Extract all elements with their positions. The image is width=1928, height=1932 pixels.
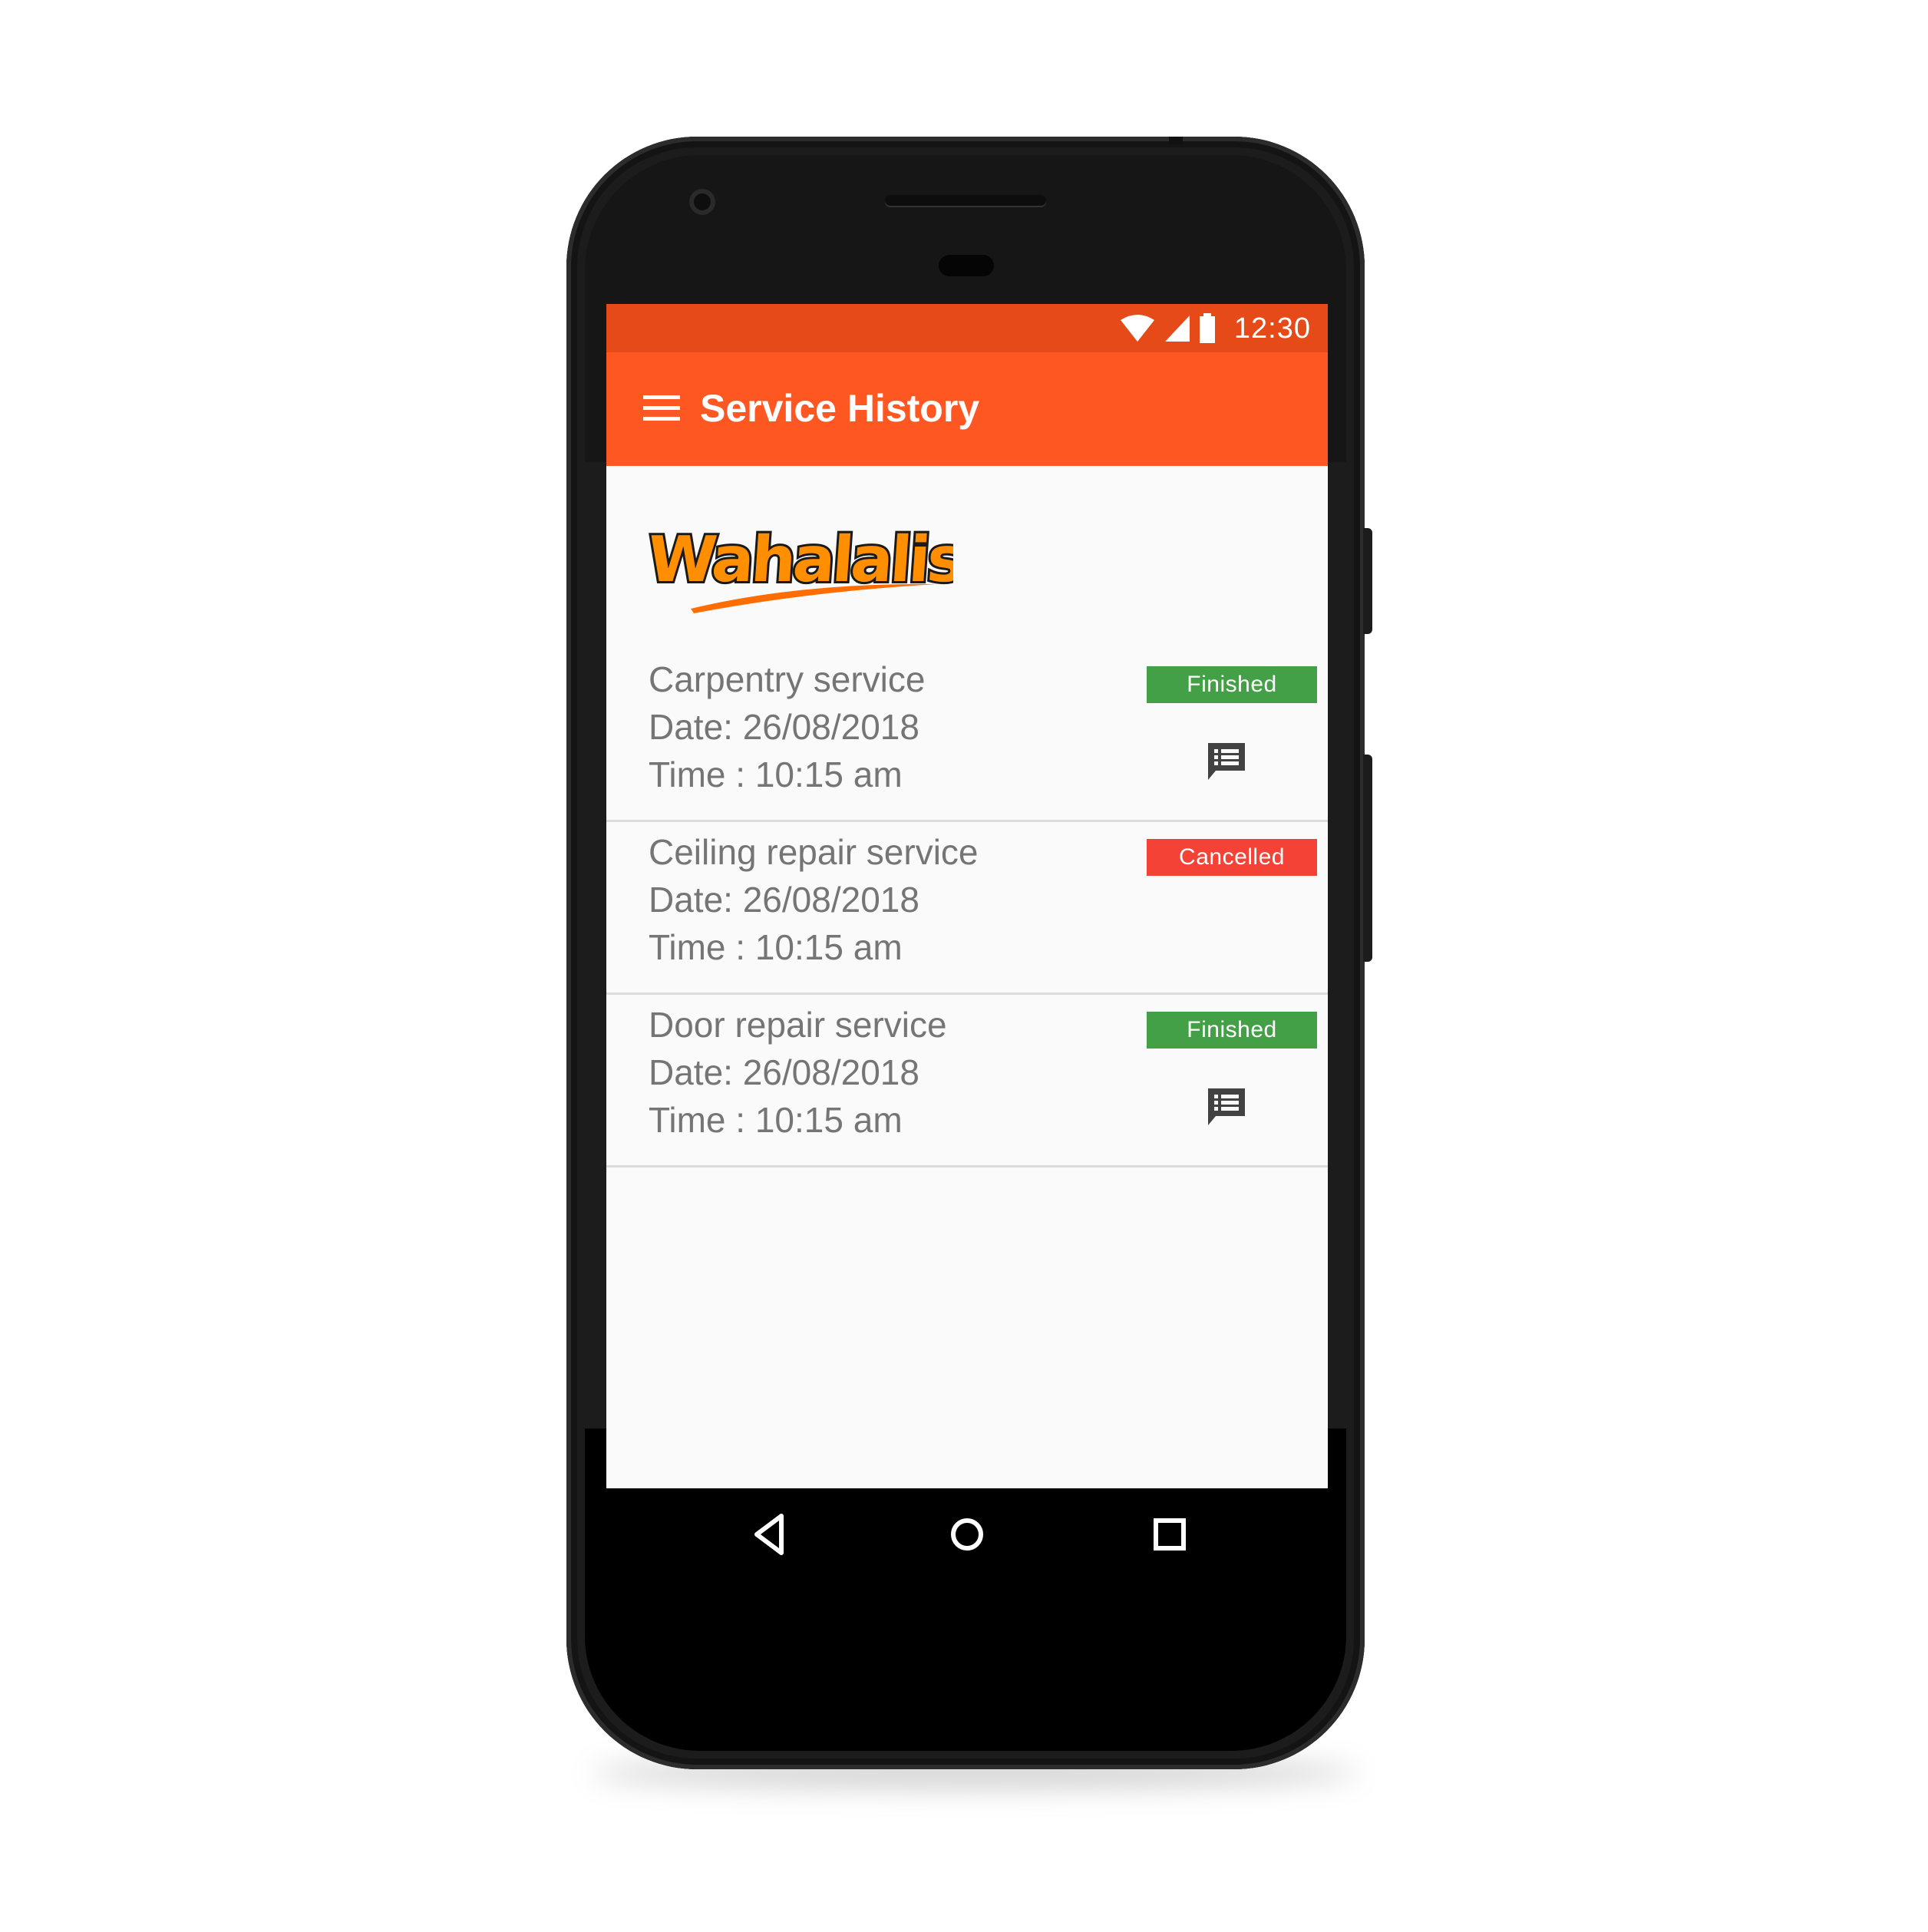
- service-name: Door repair service: [649, 1005, 947, 1045]
- phone-top-notch: [1169, 137, 1183, 144]
- power-button[interactable]: [1363, 528, 1372, 634]
- service-date: Date: 26/08/2018: [649, 880, 919, 920]
- service-date: Date: 26/08/2018: [649, 1052, 919, 1092]
- list-item[interactable]: Ceiling repair service Date: 26/08/2018 …: [606, 822, 1328, 995]
- review-icon[interactable]: [1205, 1085, 1248, 1128]
- service-details: Door repair service Date: 26/08/2018 Tim…: [649, 1001, 947, 1144]
- home-icon[interactable]: [939, 1507, 995, 1562]
- service-details: Ceiling repair service Date: 26/08/2018 …: [649, 828, 979, 971]
- page-title: Service History: [700, 387, 980, 430]
- service-time: Time : 10:15 am: [649, 755, 903, 794]
- service-name: Carpentry service: [649, 659, 926, 699]
- recents-icon[interactable]: [1142, 1507, 1197, 1562]
- screen: 12:30 Service History Wahalalist Carpent…: [606, 304, 1328, 1488]
- menu-icon[interactable]: [642, 392, 682, 423]
- service-details: Carpentry service Date: 26/08/2018 Time …: [649, 656, 925, 798]
- status-badge: Cancelled: [1147, 839, 1317, 876]
- app-bar: Service History: [606, 352, 1328, 466]
- service-list: Carpentry service Date: 26/08/2018 Time …: [606, 649, 1328, 1167]
- status-time: 12:30: [1233, 312, 1311, 345]
- wifi-icon: [1120, 315, 1154, 342]
- list-item[interactable]: Door repair service Date: 26/08/2018 Tim…: [606, 995, 1328, 1167]
- front-camera: [689, 189, 715, 215]
- back-icon[interactable]: [743, 1507, 798, 1562]
- service-name: Ceiling repair service: [649, 832, 979, 872]
- navigation-bar: [606, 1488, 1328, 1580]
- service-date: Date: 26/08/2018: [649, 707, 919, 747]
- review-icon[interactable]: [1205, 740, 1248, 783]
- status-badge: Finished: [1147, 1012, 1317, 1049]
- volume-button[interactable]: [1363, 755, 1372, 962]
- speaker-grill: [885, 195, 1046, 206]
- proximity-sensor: [939, 255, 994, 276]
- status-icons: 12:30: [1119, 310, 1311, 347]
- battery-icon: [1199, 313, 1215, 343]
- stage: 12:30 Service History Wahalalist Carpent…: [0, 0, 1928, 1932]
- service-time: Time : 10:15 am: [649, 1100, 903, 1140]
- wahalalist-logo: Wahalalist: [646, 521, 953, 613]
- svg-text:Wahalalist: Wahalalist: [646, 523, 953, 596]
- list-item[interactable]: Carpentry service Date: 26/08/2018 Time …: [606, 649, 1328, 822]
- status-bar: 12:30: [606, 304, 1328, 352]
- status-badge: Finished: [1147, 666, 1317, 703]
- service-time: Time : 10:15 am: [649, 927, 903, 967]
- cell-signal-icon: [1164, 315, 1190, 342]
